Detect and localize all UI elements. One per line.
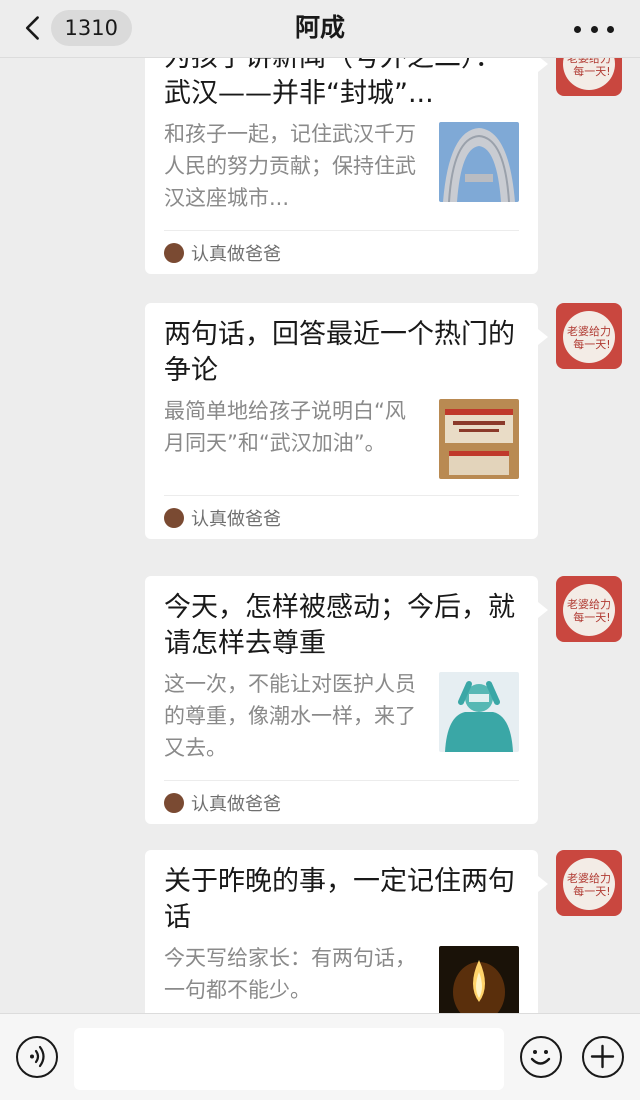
source-name: 认真做爸爸 xyxy=(191,243,281,265)
input-bar xyxy=(0,1013,640,1100)
emoji-button[interactable] xyxy=(520,1036,562,1078)
source-name: 认真做爸爸 xyxy=(191,508,281,530)
sender-avatar[interactable]: 老婆给力 每一天! xyxy=(556,576,622,642)
source-avatar xyxy=(164,242,184,263)
article-card[interactable]: 为孩子讲新闻（号外之二）：武汉——并非“封城”... 和孩子一起，记住武汉千万人… xyxy=(145,58,548,274)
article-thumbnail xyxy=(439,399,519,479)
source-avatar xyxy=(164,792,184,813)
svg-text:老婆给力: 老婆给力 xyxy=(567,598,611,611)
svg-text:老婆给力: 老婆给力 xyxy=(567,325,611,338)
voice-icon xyxy=(30,1045,45,1068)
nav-bar: 1310 阿成 xyxy=(0,0,640,58)
svg-text:老婆给力: 老婆给力 xyxy=(567,58,611,65)
svg-text:每一天!: 每一天! xyxy=(573,337,610,351)
article-description: 今天写给家长：有两句话，一句都不能少。 xyxy=(164,946,416,1002)
article-card[interactable]: 关于昨晚的事，一定记住两句话 今天写给家长：有两句话，一句都不能少。 xyxy=(145,850,548,1013)
message-feed[interactable]: 为孩子讲新闻（号外之二）：武汉——并非“封城”... 和孩子一起，记住武汉千万人… xyxy=(0,58,640,1013)
article-source: 认真做爸爸 xyxy=(164,495,519,539)
sender-avatar[interactable]: 老婆给力 每一天! xyxy=(556,850,622,916)
chat-title: 阿成 xyxy=(294,13,345,42)
sender-avatar[interactable]: 老婆给力 每一天! xyxy=(556,303,622,369)
voice-button[interactable] xyxy=(16,1036,58,1078)
article-title: 关于昨晚的事，一定记住两句话 xyxy=(164,866,515,933)
svg-text:每一天!: 每一天! xyxy=(573,884,610,898)
plus-button[interactable] xyxy=(582,1036,624,1078)
svg-text:老婆给力: 老婆给力 xyxy=(567,872,611,885)
source-avatar xyxy=(164,507,184,528)
article-title: 为孩子讲新闻（号外之二）：武汉——并非“封城”... xyxy=(164,58,502,109)
article-thumbnail xyxy=(439,122,519,202)
article-card[interactable]: 两句话，回答最近一个热门的争论 最简单地给孩子说明白“风月同天”和“武汉加油”。… xyxy=(145,303,548,539)
article-source: 认真做爸爸 xyxy=(164,780,519,824)
more-options-button[interactable] xyxy=(574,12,614,46)
message-input[interactable] xyxy=(74,1028,504,1090)
article-description: 这一次，不能让对医护人员的尊重，像潮水一样，来了又去。 xyxy=(164,672,416,760)
article-source: 认真做爸爸 xyxy=(164,230,519,274)
article-title: 今天，怎样被感动；今后，就请怎样去尊重 xyxy=(164,592,515,659)
plus-icon xyxy=(590,1044,615,1069)
sender-avatar[interactable]: 老婆给力 每一天! xyxy=(556,58,622,96)
article-thumbnail xyxy=(439,946,519,1013)
emoji-icon xyxy=(530,1050,551,1065)
svg-text:每一天!: 每一天! xyxy=(573,610,610,624)
dot-icon xyxy=(574,25,581,33)
svg-text:每一天!: 每一天! xyxy=(573,64,610,78)
source-name: 认真做爸爸 xyxy=(191,793,281,815)
dot-icon xyxy=(607,25,614,33)
article-title: 两句话，回答最近一个热门的争论 xyxy=(164,319,515,386)
dot-icon xyxy=(590,25,598,33)
article-card[interactable]: 今天，怎样被感动；今后，就请怎样去尊重 这一次，不能让对医护人员的尊重，像潮水一… xyxy=(145,576,548,824)
article-description: 和孩子一起，记住武汉千万人民的努力贡献；保持住武汉这座城市... xyxy=(164,122,416,210)
article-thumbnail xyxy=(439,672,519,752)
article-description: 最简单地给孩子说明白“风月同天”和“武汉加油”。 xyxy=(164,399,406,455)
